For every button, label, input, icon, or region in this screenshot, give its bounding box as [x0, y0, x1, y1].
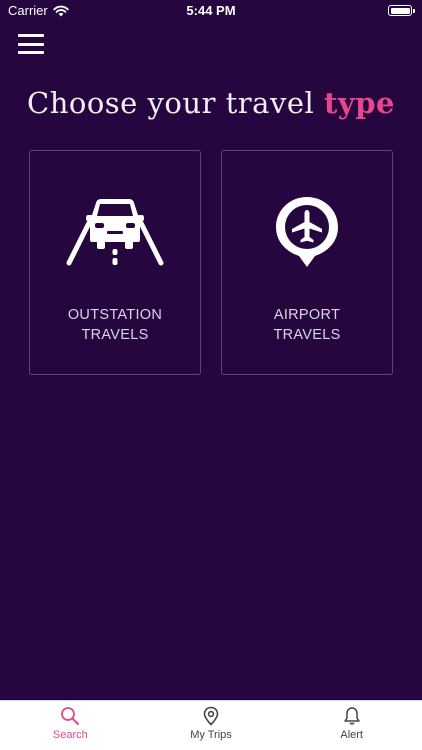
- tab-alert-label: Alert: [340, 729, 363, 741]
- tab-my-trips-label: My Trips: [190, 729, 232, 741]
- tab-bar: Search My Trips Alert: [0, 700, 422, 750]
- tab-my-trips[interactable]: My Trips: [141, 701, 282, 750]
- airport-pin-icon: [276, 197, 338, 267]
- airport-travels-card[interactable]: AIRPORT TRAVELS: [221, 150, 393, 375]
- battery-icon: [388, 5, 415, 16]
- status-time: 5:44 PM: [186, 3, 236, 18]
- menu-icon: [18, 34, 44, 37]
- bell-icon: [343, 707, 360, 725]
- location-pin-icon: [203, 706, 219, 726]
- search-icon: [61, 707, 80, 725]
- title-text: Choose your travel: [27, 86, 324, 120]
- outstation-travels-card[interactable]: OUTSTATION TRAVELS: [29, 150, 201, 375]
- status-bar: Carrier 5:44 PM: [0, 0, 422, 22]
- tab-alert[interactable]: Alert: [281, 701, 422, 750]
- title-accent: type: [324, 86, 395, 120]
- outstation-label: OUTSTATION TRAVELS: [67, 307, 163, 343]
- car-on-road-icon: [66, 199, 164, 266]
- airport-label: AIRPORT TRAVELS: [273, 307, 341, 343]
- menu-button[interactable]: [18, 34, 44, 54]
- tab-search[interactable]: Search: [0, 701, 141, 750]
- tab-search-label: Search: [52, 729, 88, 741]
- page-title: Choose your travel type: [0, 86, 422, 120]
